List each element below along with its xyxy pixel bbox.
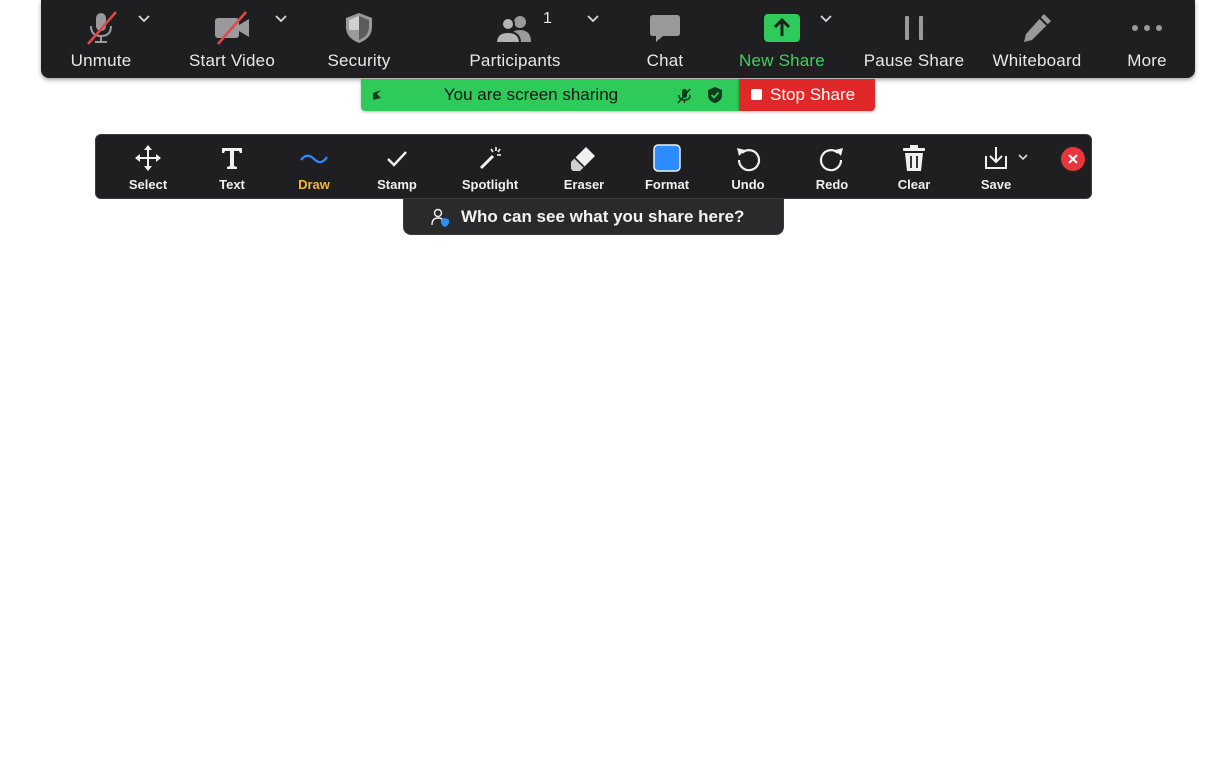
- close-x-icon: [1068, 154, 1078, 164]
- shield-icon: [346, 13, 372, 43]
- share-up-arrow-icon: [764, 14, 800, 42]
- security-button[interactable]: Security: [309, 0, 409, 78]
- stop-share-button[interactable]: Stop Share: [739, 79, 875, 111]
- meeting-controls-toolbar: Unmute Start Video Security Participants…: [41, 0, 1195, 78]
- save-label: Save: [980, 177, 1012, 192]
- draw-tool-label: Draw: [298, 177, 330, 192]
- eraser-icon: [571, 147, 595, 171]
- video-off-icon: [215, 11, 249, 45]
- annotation-toolbar: Select Text Draw Stamp Spotlight Eraser …: [95, 134, 1092, 199]
- squiggle-line-icon: [300, 154, 328, 164]
- unmute-label: Unmute: [70, 51, 132, 70]
- start-video-label: Start Video: [189, 51, 275, 70]
- move-arrows-icon: [135, 145, 161, 171]
- magic-wand-icon: [479, 147, 501, 170]
- text-t-icon: [222, 148, 242, 169]
- undo-label: Undo: [731, 177, 765, 192]
- eraser-tool-button[interactable]: Eraser: [552, 135, 616, 198]
- select-tool-button[interactable]: Select: [116, 135, 180, 198]
- shield-check-icon: [708, 87, 722, 103]
- microphone-muted-icon: [87, 11, 117, 45]
- pause-share-button[interactable]: Pause Share: [859, 0, 969, 78]
- person-shield-icon: [431, 208, 449, 227]
- microphone-muted-small-icon: [677, 88, 691, 104]
- stamp-tool-label: Stamp: [377, 177, 417, 192]
- clear-button[interactable]: Clear: [886, 135, 942, 198]
- text-tool-label: Text: [219, 177, 245, 192]
- chat-label: Chat: [646, 51, 684, 70]
- pencil-icon: [1024, 14, 1051, 42]
- chat-button[interactable]: Chat: [620, 0, 710, 78]
- audio-options-chevron-down-icon[interactable]: [137, 12, 151, 26]
- redo-icon: [819, 148, 843, 172]
- checkmark-icon: [387, 151, 407, 167]
- stop-square-icon: [751, 89, 762, 100]
- close-annotation-button[interactable]: [1061, 147, 1085, 171]
- color-square-icon: [653, 144, 681, 172]
- text-tool-button[interactable]: Text: [202, 135, 262, 198]
- stop-share-label: Stop Share: [770, 85, 856, 104]
- draw-tool-button[interactable]: Draw: [284, 135, 344, 198]
- screen-sharing-banner: You are screen sharing: [361, 79, 739, 111]
- participants-options-chevron-down-icon[interactable]: [586, 12, 600, 26]
- screen-sharing-text: You are screen sharing: [443, 85, 619, 104]
- redo-label: Redo: [815, 177, 849, 192]
- eraser-tool-label: Eraser: [563, 177, 605, 192]
- spotlight-tool-label: Spotlight: [461, 177, 519, 192]
- security-label: Security: [327, 51, 391, 70]
- participant-count-badge: 1: [543, 10, 552, 27]
- redo-button[interactable]: Redo: [804, 135, 860, 198]
- who-can-see-button[interactable]: Who can see what you share here?: [403, 199, 784, 235]
- share-options-chevron-down-icon[interactable]: [819, 12, 833, 26]
- more-label: More: [1127, 51, 1167, 70]
- download-icon: [985, 147, 1007, 169]
- video-options-chevron-down-icon[interactable]: [274, 12, 288, 26]
- save-options-chevron-down-icon[interactable]: [1017, 151, 1029, 163]
- format-tool-label: Format: [644, 177, 690, 192]
- who-can-see-text: Who can see what you share here?: [461, 207, 745, 226]
- whiteboard-button[interactable]: Whiteboard: [982, 0, 1092, 78]
- stamp-tool-button[interactable]: Stamp: [364, 135, 430, 198]
- pause-share-label: Pause Share: [863, 51, 965, 70]
- whiteboard-label: Whiteboard: [992, 51, 1082, 70]
- undo-icon: [737, 148, 761, 172]
- save-button[interactable]: Save: [968, 135, 1024, 198]
- participants-icon: [494, 16, 531, 44]
- participants-button[interactable]: Participants: [455, 0, 575, 78]
- more-button[interactable]: More: [1107, 0, 1187, 78]
- trash-icon: [903, 145, 925, 171]
- start-video-button[interactable]: Start Video: [177, 0, 287, 78]
- clear-label: Clear: [897, 177, 931, 192]
- spotlight-tool-button[interactable]: Spotlight: [450, 135, 530, 198]
- undo-button[interactable]: Undo: [720, 135, 776, 198]
- select-tool-label: Select: [128, 177, 168, 192]
- participants-label: Participants: [469, 51, 561, 70]
- pause-icon: [905, 16, 923, 40]
- new-share-label: New Share: [739, 51, 825, 70]
- format-tool-button[interactable]: Format: [634, 135, 700, 198]
- unmute-button[interactable]: Unmute: [51, 0, 151, 78]
- more-dots-icon: [1132, 25, 1162, 31]
- chat-bubble-icon: [650, 15, 680, 42]
